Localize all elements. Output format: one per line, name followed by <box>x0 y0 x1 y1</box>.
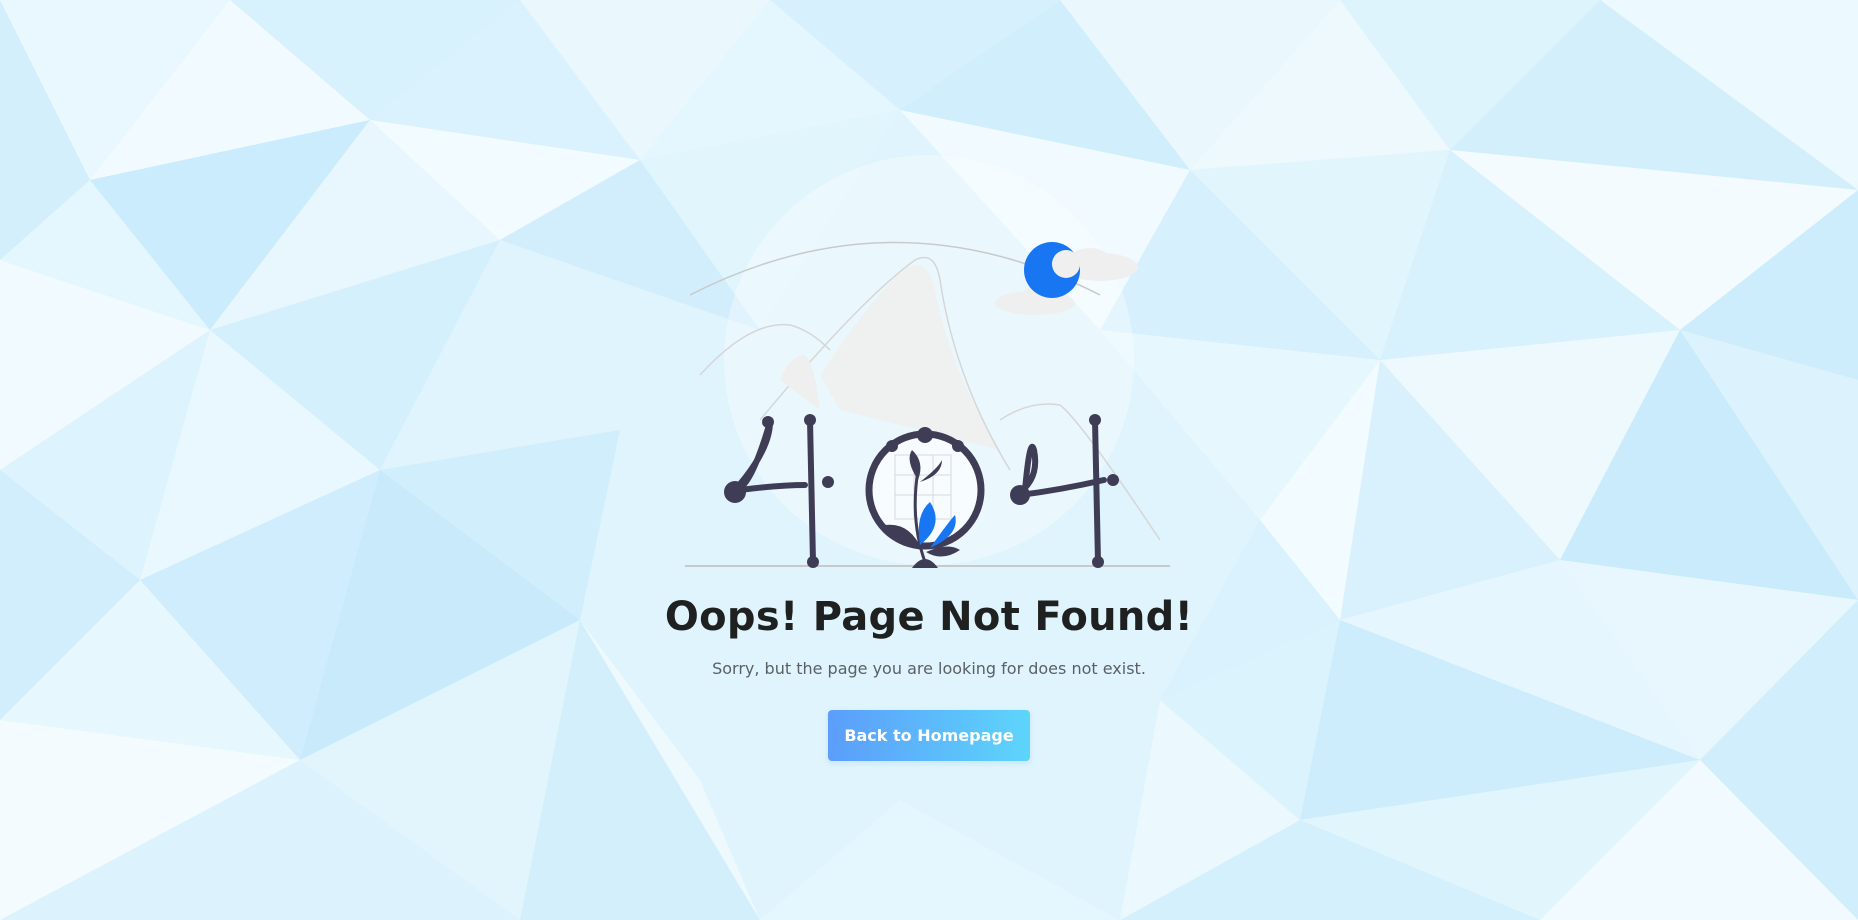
404-illustration <box>685 241 1170 568</box>
error-page: Oops! Page Not Found! Sorry, but the pag… <box>0 0 1858 920</box>
page-title: Oops! Page Not Found! <box>664 594 1194 640</box>
digit-zero <box>865 427 985 568</box>
back-to-homepage-button[interactable]: Back to Homepage <box>828 710 1030 761</box>
error-message: Sorry, but the page you are looking for … <box>712 659 1146 678</box>
mountain-shape <box>820 265 1000 450</box>
mountain-small <box>780 355 820 410</box>
